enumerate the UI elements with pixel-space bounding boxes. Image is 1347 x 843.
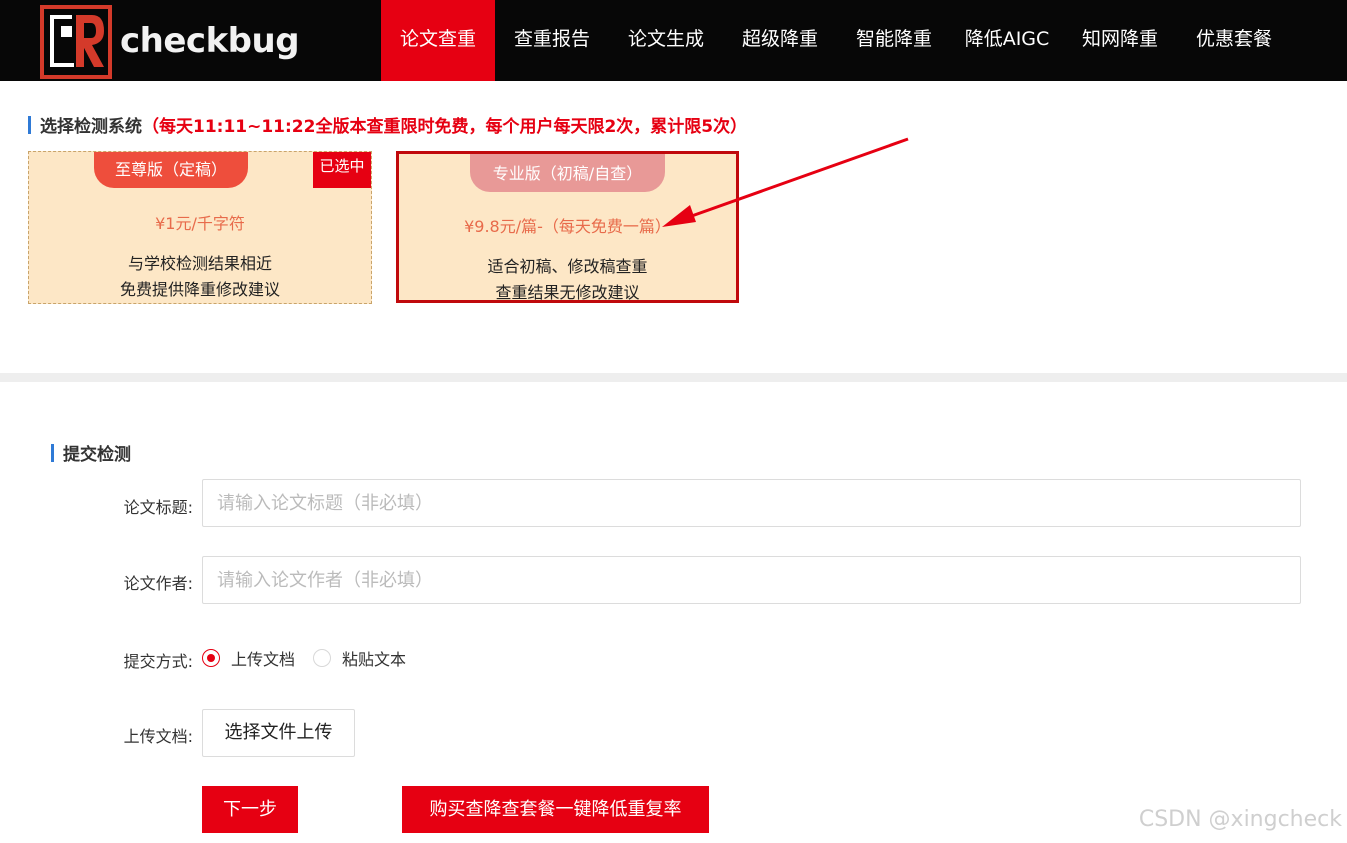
logo-text: checkbug — [120, 21, 300, 61]
method-label: 提交方式: — [123, 652, 193, 671]
top-nav-bar: checkbug 论文查重 查重报告 论文生成 超级降重 智能降重 降低AIGC… — [0, 0, 1347, 81]
radio-unchecked-icon[interactable] — [313, 649, 332, 667]
nav-item-paper-check[interactable]: 论文查重 — [381, 0, 495, 81]
next-step-button[interactable]: 下一步 — [202, 786, 298, 833]
promo-text: （每天11:11~11:22全版本查重限时免费，每个用户每天限2次，累计限5次） — [142, 117, 748, 137]
radio-upload-document[interactable]: 上传文档 — [202, 646, 295, 670]
plan-desc-professional: 适合初稿、修改稿查重 查重结果无修改建议 — [399, 254, 736, 306]
submit-method-group: 上传文档 粘贴文本 — [202, 646, 424, 670]
plan-price-supreme: ¥1元/千字符 — [155, 214, 245, 233]
plan-desc-supreme: 与学校检测结果相近 免费提供降重修改建议 — [29, 251, 371, 303]
nav-item-discount-package[interactable]: 优惠套餐 — [1177, 0, 1291, 81]
plan-desc-line: 与学校检测结果相近 — [127, 254, 272, 273]
plan-desc-line: 查重结果无修改建议 — [495, 283, 640, 302]
select-system-heading: 选择检测系统 （每天11:11~11:22全版本查重限时免费，每个用户每天限2次… — [28, 112, 747, 137]
choose-file-button[interactable]: 选择文件上传 — [202, 709, 355, 757]
select-system-title: 选择检测系统 — [40, 117, 142, 137]
radio-checked-icon[interactable] — [202, 649, 220, 667]
plan-tab-professional: 专业版（初稿/自查） — [470, 154, 665, 192]
nav-item-paper-generate[interactable]: 论文生成 — [609, 0, 723, 81]
logo[interactable]: checkbug — [40, 4, 300, 79]
title-label: 论文标题: — [123, 498, 193, 517]
nav-item-smart-rewrite[interactable]: 智能降重 — [837, 0, 951, 81]
section-marker — [28, 115, 31, 134]
upload-label: 上传文档: — [123, 727, 193, 746]
plan-desc-line: 免费提供降重修改建议 — [119, 280, 280, 299]
logo-mark-icon — [40, 5, 112, 79]
nav-item-check-report[interactable]: 查重报告 — [495, 0, 609, 81]
watermark: CSDN @xingcheck — [1138, 807, 1342, 832]
radio-label: 粘贴文本 — [342, 650, 407, 669]
section-divider — [0, 373, 1347, 382]
plan-tab-supreme: 至尊版（定稿） — [94, 152, 248, 188]
author-label: 论文作者: — [123, 574, 193, 593]
section-marker — [51, 443, 54, 462]
paper-title-input[interactable] — [202, 479, 1301, 527]
radio-label: 上传文档 — [231, 650, 296, 669]
plan-price-professional: ¥9.8元/篇-（每天免费一篇） — [464, 217, 671, 236]
nav-item-cnki-rewrite[interactable]: 知网降重 — [1063, 0, 1177, 81]
radio-paste-text[interactable]: 粘贴文本 — [313, 646, 406, 670]
paper-author-input[interactable] — [202, 556, 1301, 604]
plan-card-supreme[interactable]: 至尊版（定稿） 已选中 ¥1元/千字符 与学校检测结果相近 免费提供降重修改建议 — [28, 151, 372, 304]
buy-package-button[interactable]: 购买查降查套餐一键降低重复率 — [402, 786, 709, 833]
nav-item-reduce-aigc[interactable]: 降低AIGC — [951, 0, 1063, 81]
nav-item-super-rewrite[interactable]: 超级降重 — [723, 0, 837, 81]
selected-badge: 已选中 — [313, 152, 371, 188]
plan-card-professional[interactable]: 专业版（初稿/自查） ¥9.8元/篇-（每天免费一篇） 适合初稿、修改稿查重 查… — [396, 151, 739, 303]
submit-heading: 提交检测 — [51, 440, 131, 465]
main-nav: 论文查重 查重报告 论文生成 超级降重 智能降重 降低AIGC 知网降重 优惠套… — [381, 0, 1291, 81]
plan-desc-line: 适合初稿、修改稿查重 — [487, 257, 648, 276]
submit-title: 提交检测 — [63, 445, 131, 465]
